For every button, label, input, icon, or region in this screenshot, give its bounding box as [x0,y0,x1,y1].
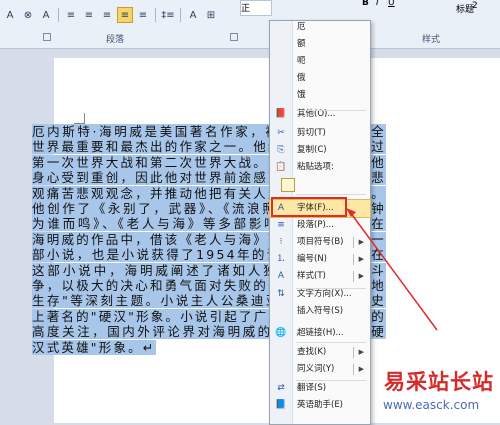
watermark-brand: 易采站长站 [384,369,494,394]
watermark-url: www.easck.com [383,398,480,412]
annotation-arrow-head [346,208,356,217]
annotation-arrow [346,208,438,331]
annotation-arrow-line [349,211,438,331]
